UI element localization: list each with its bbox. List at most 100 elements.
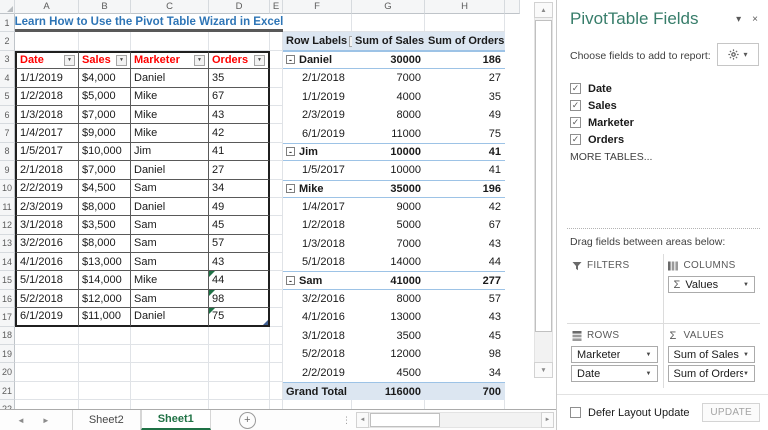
cell-D15[interactable]: 44 xyxy=(209,271,270,290)
cell-C9[interactable]: Daniel xyxy=(131,161,209,180)
cell-D13[interactable]: 57 xyxy=(209,234,270,254)
cell-A6[interactable]: 1/3/2018 xyxy=(15,105,79,125)
column-header-E[interactable]: E xyxy=(270,0,283,14)
cell-C22[interactable] xyxy=(131,400,209,409)
row-header-21[interactable]: 21 xyxy=(0,381,15,401)
cell-A14[interactable]: 4/1/2016 xyxy=(15,253,79,272)
cell-F12[interactable]: 1/2/2018 xyxy=(283,216,352,235)
column-header-G[interactable]: G xyxy=(352,0,425,14)
cell-B16[interactable]: $12,000 xyxy=(79,289,131,309)
cell-H9[interactable]: 41 xyxy=(425,161,505,180)
cell-H1[interactable] xyxy=(425,14,505,33)
filter-button-date[interactable]: ▼ xyxy=(64,54,75,66)
cell-D19[interactable] xyxy=(209,345,270,364)
cell-C21[interactable] xyxy=(131,381,209,401)
vertical-scroll-track[interactable] xyxy=(534,18,553,362)
cell-F10[interactable]: - Mike xyxy=(283,179,352,198)
cell-E18[interactable] xyxy=(270,326,283,346)
cell-F19[interactable]: 5/2/2018 xyxy=(283,345,352,364)
cell-H21[interactable]: 700 xyxy=(425,381,505,401)
cell-F22[interactable] xyxy=(283,400,352,409)
row-header-20[interactable]: 20 xyxy=(0,363,15,382)
cell-G8[interactable]: 10000 xyxy=(352,142,425,162)
cell-H5[interactable]: 35 xyxy=(425,87,505,106)
row-header-2[interactable]: 2 xyxy=(0,32,15,51)
cell-H19[interactable]: 98 xyxy=(425,345,505,364)
cell-D16[interactable]: 98 xyxy=(209,289,270,309)
cell-A21[interactable] xyxy=(15,381,79,401)
field-checkbox-date[interactable]: ✓ xyxy=(570,83,581,94)
cell-F14[interactable]: 5/1/2018 xyxy=(283,253,352,272)
columns-area-field-values[interactable]: Σ Values ▼ xyxy=(667,276,755,293)
vertical-scroll-thumb[interactable] xyxy=(535,20,552,332)
cell-G13[interactable]: 7000 xyxy=(352,234,425,254)
cell-A8[interactable]: 1/5/2017 xyxy=(15,142,79,162)
rows-area-field-date[interactable]: Date ▼ xyxy=(571,365,658,382)
row-header-6[interactable]: 6 xyxy=(0,105,15,125)
cell-D5[interactable]: 67 xyxy=(209,87,270,106)
row-header-9[interactable]: 9 xyxy=(0,161,15,180)
cell-E19[interactable] xyxy=(270,345,283,364)
cell-G17[interactable]: 13000 xyxy=(352,308,425,327)
cell-D6[interactable]: 43 xyxy=(209,105,270,125)
row-header-4[interactable]: 4 xyxy=(0,69,15,88)
column-header-F[interactable]: F xyxy=(283,0,352,14)
cell-C3[interactable]: Marketer ▼ xyxy=(131,50,209,70)
cell-G18[interactable]: 3500 xyxy=(352,326,425,346)
cell-C20[interactable] xyxy=(131,363,209,382)
cell-G6[interactable]: 8000 xyxy=(352,105,425,125)
row-header-11[interactable]: 11 xyxy=(0,197,15,217)
field-checkbox-sales[interactable]: ✓ xyxy=(570,100,581,111)
cell-E14[interactable] xyxy=(270,253,283,272)
cell-E3[interactable] xyxy=(270,50,283,70)
tab-scroll-right-icon[interactable]: ► xyxy=(42,410,50,430)
cell-B2[interactable] xyxy=(79,32,131,51)
filter-button-sales[interactable]: ▼ xyxy=(116,54,127,66)
cell-A19[interactable] xyxy=(15,345,79,364)
pane-options-dropdown-icon[interactable]: ▾ xyxy=(736,14,741,25)
more-tables-link[interactable]: MORE TABLES... xyxy=(570,151,652,163)
tab-scroll-left-icon[interactable]: ◄ xyxy=(17,410,25,430)
field-item-sales[interactable]: ✓ Sales xyxy=(570,97,634,114)
cell-B18[interactable] xyxy=(79,326,131,346)
cell-A3[interactable]: Date ▼ xyxy=(15,50,79,70)
cell-E11[interactable] xyxy=(270,197,283,217)
cell-A15[interactable]: 5/1/2018 xyxy=(15,271,79,290)
collapse-button-jim[interactable]: - xyxy=(286,147,295,157)
cell-E12[interactable] xyxy=(270,216,283,235)
cell-F3[interactable]: - Daniel xyxy=(283,50,352,70)
filters-area[interactable]: FILTERS xyxy=(567,254,664,323)
cell-F5[interactable]: 1/1/2019 xyxy=(283,87,352,106)
cell-B20[interactable] xyxy=(79,363,131,382)
cell-F18[interactable]: 3/1/2018 xyxy=(283,326,352,346)
cell-B9[interactable]: $7,000 xyxy=(79,161,131,180)
column-header-A[interactable]: A xyxy=(15,0,79,14)
cell-F15[interactable]: - Sam xyxy=(283,271,352,290)
tools-button[interactable]: ▾ xyxy=(717,43,759,66)
cell-H22[interactable] xyxy=(425,400,505,409)
cell-G12[interactable]: 5000 xyxy=(352,216,425,235)
cell-D4[interactable]: 35 xyxy=(209,69,270,88)
cell-C10[interactable]: Sam xyxy=(131,179,209,198)
cell-A7[interactable]: 1/4/2017 xyxy=(15,124,79,143)
vertical-scrollbar[interactable]: ▲ ▼ xyxy=(534,2,553,378)
cell-H7[interactable]: 75 xyxy=(425,124,505,143)
select-all-corner[interactable] xyxy=(0,0,15,14)
row-header-3[interactable]: 3 xyxy=(0,50,15,70)
cell-H17[interactable]: 43 xyxy=(425,308,505,327)
defer-layout-update[interactable]: Defer Layout Update xyxy=(570,407,690,419)
cell-G9[interactable]: 10000 xyxy=(352,161,425,180)
cell-C16[interactable]: Sam xyxy=(131,289,209,309)
cell-E7[interactable] xyxy=(270,124,283,143)
cell-B7[interactable]: $9,000 xyxy=(79,124,131,143)
cell-G14[interactable]: 14000 xyxy=(352,253,425,272)
sheet-tab-sheet1[interactable]: Sheet1 xyxy=(140,410,211,430)
row-header-10[interactable]: 10 xyxy=(0,179,15,198)
cell-D8[interactable]: 41 xyxy=(209,142,270,162)
cell-H4[interactable]: 27 xyxy=(425,69,505,88)
cell-G19[interactable]: 12000 xyxy=(352,345,425,364)
cell-C19[interactable] xyxy=(131,345,209,364)
cell-A2[interactable] xyxy=(15,32,79,51)
cell-F7[interactable]: 6/1/2019 xyxy=(283,124,352,143)
scrollbar-splitter-handle[interactable]: ⋮ xyxy=(342,410,351,430)
